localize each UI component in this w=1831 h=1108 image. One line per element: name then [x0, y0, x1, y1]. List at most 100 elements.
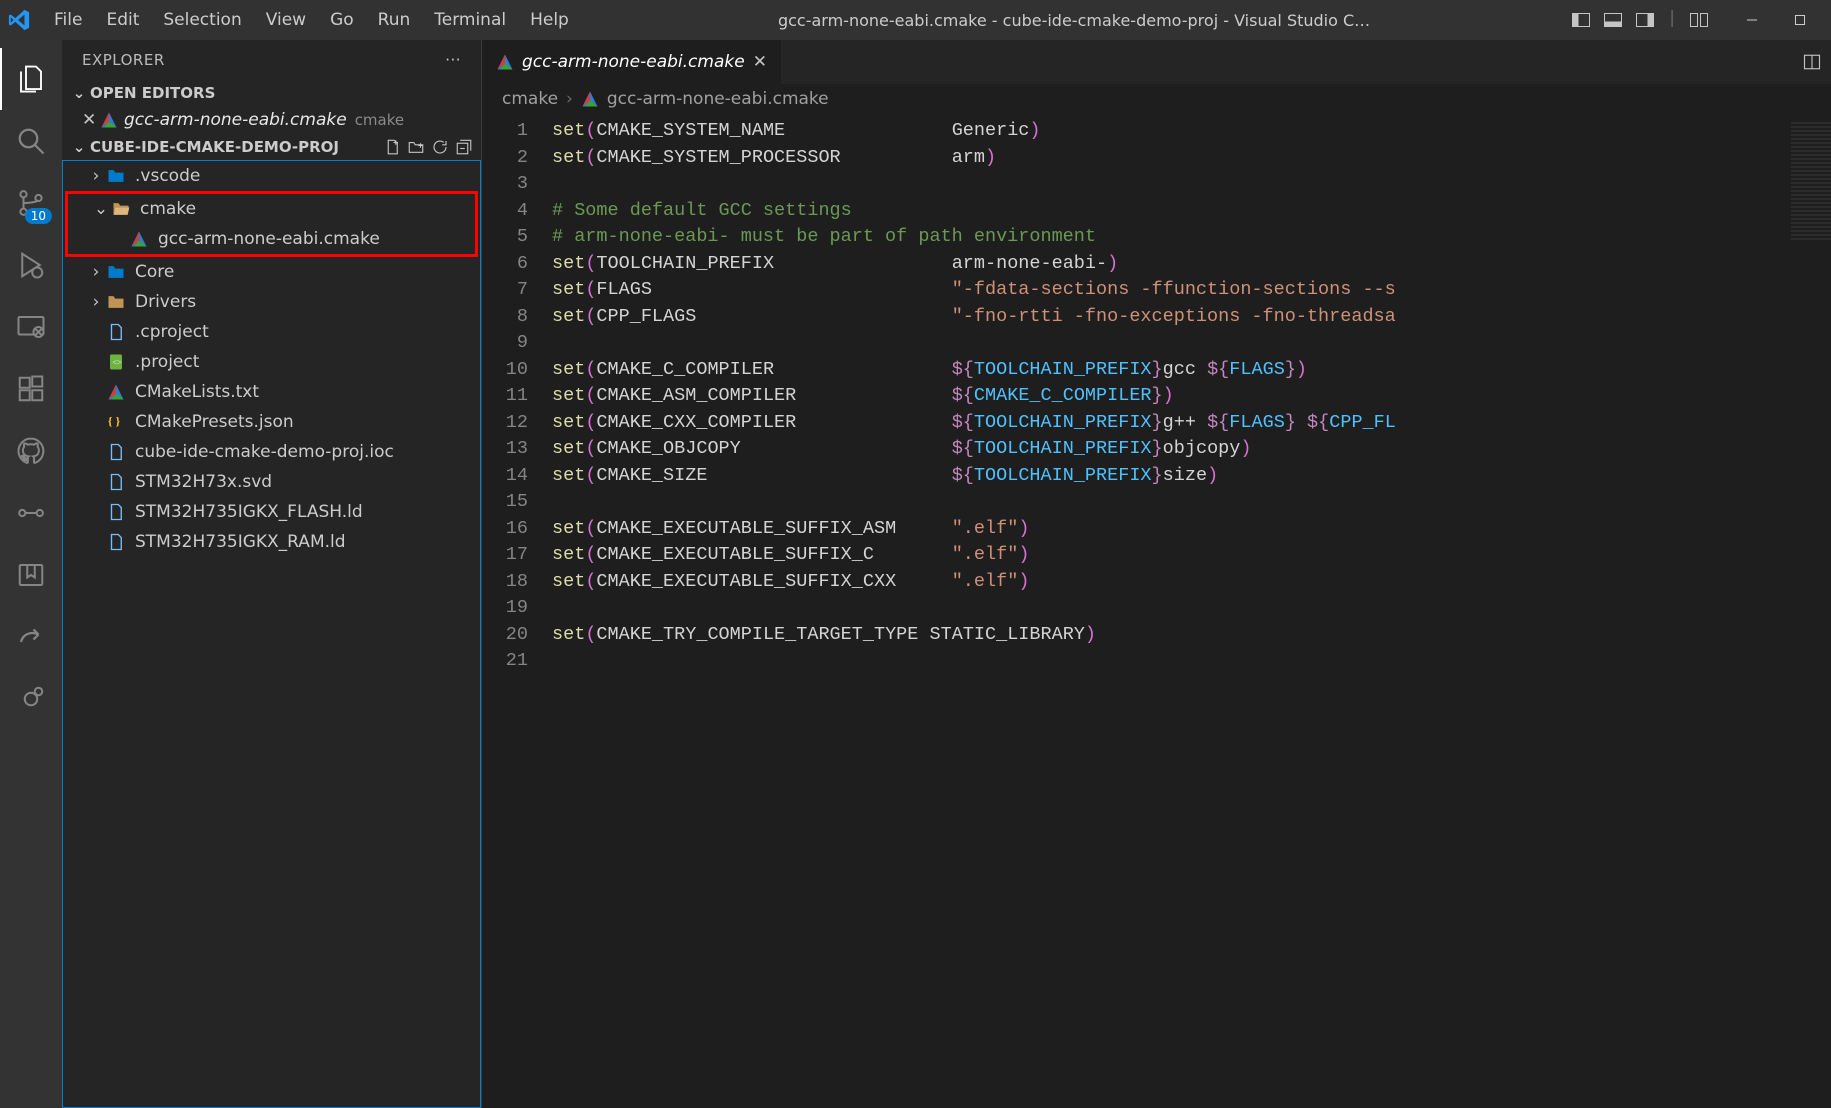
explorer-more-icon[interactable]: ··· [445, 51, 461, 69]
activity-liveshare[interactable] [0, 668, 62, 730]
activity-bar: 10 [0, 40, 62, 1108]
breadcrumb[interactable]: cmake › gcc-arm-none-eabi.cmake [482, 84, 1831, 114]
tree-file[interactable]: <>.project [63, 347, 480, 377]
code-line[interactable]: set(CMAKE_OBJCOPY ${TOOLCHAIN_PREFIX}obj… [552, 436, 1831, 463]
menu-selection[interactable]: Selection [151, 4, 253, 36]
json-icon: { } [105, 411, 127, 433]
toggle-primary-sidebar-icon[interactable] [1567, 8, 1595, 32]
code-line[interactable]: # Some default GCC settings [552, 198, 1831, 225]
tree-file[interactable]: STM32H735IGKX_FLASH.ld [63, 497, 480, 527]
activity-search[interactable] [0, 110, 62, 172]
menu-go[interactable]: Go [318, 4, 366, 36]
tree-folder[interactable]: ⌄cmake [68, 194, 475, 224]
minimize-button[interactable] [1729, 0, 1775, 40]
customize-layout-icon[interactable] [1685, 8, 1713, 32]
code-line[interactable]: set(CPP_FLAGS "-fno-rtti -fno-exceptions… [552, 304, 1831, 331]
activity-share[interactable] [0, 606, 62, 668]
line-number: 3 [482, 171, 528, 198]
code-line[interactable] [552, 648, 1831, 675]
tree-file[interactable]: STM32H73x.svd [63, 467, 480, 497]
github-icon [16, 436, 46, 466]
tree-folder[interactable]: ›Core [63, 257, 480, 287]
menu-file[interactable]: File [42, 4, 94, 36]
code-line[interactable] [552, 171, 1831, 198]
tree-item-label: gcc-arm-none-eabi.cmake [158, 229, 380, 249]
menu-bar: File Edit Selection View Go Run Terminal… [42, 4, 581, 36]
code-editor[interactable]: 123456789101112131415161718192021 set(CM… [482, 114, 1831, 1108]
menu-terminal[interactable]: Terminal [422, 4, 518, 36]
code-line[interactable] [552, 489, 1831, 516]
tree-file[interactable]: STM32H735IGKX_RAM.ld [63, 527, 480, 557]
code-line[interactable]: # arm-none-eabi- must be part of path en… [552, 224, 1831, 251]
menu-help[interactable]: Help [518, 4, 581, 36]
breadcrumb-part[interactable]: gcc-arm-none-eabi.cmake [607, 89, 829, 109]
menu-edit[interactable]: Edit [94, 4, 151, 36]
code-line[interactable]: set(CMAKE_SYSTEM_PROCESSOR arm) [552, 145, 1831, 172]
tree-item-label: CMakePresets.json [135, 412, 294, 432]
toggle-secondary-sidebar-icon[interactable] [1631, 8, 1659, 32]
code-line[interactable]: set(CMAKE_SYSTEM_NAME Generic) [552, 118, 1831, 145]
editor-tab[interactable]: gcc-arm-none-eabi.cmake ✕ [482, 40, 782, 84]
new-folder-icon[interactable] [407, 138, 425, 156]
maximize-button[interactable] [1777, 0, 1823, 40]
code-line[interactable]: set(CMAKE_SIZE ${TOOLCHAIN_PREFIX}size) [552, 463, 1831, 490]
code-line[interactable]: set(CMAKE_EXECUTABLE_SUFFIX_CXX ".elf") [552, 569, 1831, 596]
project-section[interactable]: ⌄ CUBE-IDE-CMAKE-DEMO-PROJ [62, 134, 481, 160]
explorer-header: EXPLORER ··· [62, 40, 481, 80]
line-number: 12 [482, 410, 528, 437]
minimap[interactable] [1791, 120, 1831, 240]
tree-folder[interactable]: ›.vscode [63, 161, 480, 191]
code-line[interactable]: set(CMAKE_CXX_COMPILER ${TOOLCHAIN_PREFI… [552, 410, 1831, 437]
code-line[interactable]: set(CMAKE_C_COMPILER ${TOOLCHAIN_PREFIX}… [552, 357, 1831, 384]
code-line[interactable] [552, 330, 1831, 357]
refresh-icon[interactable] [431, 138, 449, 156]
menu-view[interactable]: View [254, 4, 318, 36]
tree-file[interactable]: .cproject [63, 317, 480, 347]
code-content[interactable]: set(CMAKE_SYSTEM_NAME Generic)set(CMAKE_… [552, 114, 1831, 1108]
menu-run[interactable]: Run [366, 4, 423, 36]
tree-file[interactable]: { } CMakePresets.json [63, 407, 480, 437]
cmake-file-icon [100, 111, 118, 129]
activity-bookmarks[interactable] [0, 544, 62, 606]
tree-item-label: STM32H735IGKX_RAM.ld [135, 532, 346, 552]
code-line[interactable]: set(CMAKE_TRY_COMPILE_TARGET_TYPE STATIC… [552, 622, 1831, 649]
open-editors-list: ✕ gcc-arm-none-eabi.cmake cmake [62, 106, 481, 134]
activity-run-debug[interactable] [0, 234, 62, 296]
line-number: 18 [482, 569, 528, 596]
line-number: 7 [482, 277, 528, 304]
code-line[interactable]: set(TOOLCHAIN_PREFIX arm-none-eabi-) [552, 251, 1831, 278]
activity-source-control[interactable]: 10 [0, 172, 62, 234]
tree-item-label: cmake [140, 199, 196, 219]
activity-github[interactable] [0, 420, 62, 482]
window-title: gcc-arm-none-eabi.cmake - cube-ide-cmake… [581, 11, 1567, 30]
open-editors-section[interactable]: ⌄ OPEN EDITORS [62, 80, 481, 106]
code-line[interactable]: set(CMAKE_EXECUTABLE_SUFFIX_C ".elf") [552, 542, 1831, 569]
code-line[interactable]: set(CMAKE_ASM_COMPILER ${CMAKE_C_COMPILE… [552, 383, 1831, 410]
tree-file[interactable]: gcc-arm-none-eabi.cmake [68, 224, 475, 254]
split-editor-icon[interactable] [1803, 53, 1821, 71]
code-line[interactable]: set(CMAKE_EXECUTABLE_SUFFIX_ASM ".elf") [552, 516, 1831, 543]
code-line[interactable] [552, 595, 1831, 622]
folder-icon [105, 291, 127, 313]
activity-remote-explorer[interactable] [0, 296, 62, 358]
line-number: 1 [482, 118, 528, 145]
cmake-icon [128, 228, 150, 250]
line-number: 14 [482, 463, 528, 490]
tree-file[interactable]: CMakeLists.txt [63, 377, 480, 407]
tree-file[interactable]: cube-ide-cmake-demo-proj.ioc [63, 437, 480, 467]
activity-extensions[interactable] [0, 358, 62, 420]
line-number: 15 [482, 489, 528, 516]
open-editor-item[interactable]: ✕ gcc-arm-none-eabi.cmake cmake [62, 106, 481, 134]
svg-text:<>: <> [112, 358, 122, 367]
toggle-panel-icon[interactable] [1599, 8, 1627, 32]
activity-gitlens[interactable] [0, 482, 62, 544]
new-file-icon[interactable] [383, 138, 401, 156]
close-icon[interactable]: ✕ [753, 52, 767, 72]
code-line[interactable]: set(FLAGS "-fdata-sections -ffunction-se… [552, 277, 1831, 304]
close-icon[interactable]: ✕ [82, 110, 100, 130]
layout-controls: | [1567, 8, 1713, 32]
collapse-all-icon[interactable] [455, 138, 473, 156]
tree-folder[interactable]: ›Drivers [63, 287, 480, 317]
activity-explorer[interactable] [0, 48, 62, 110]
breadcrumb-part[interactable]: cmake [502, 89, 558, 109]
